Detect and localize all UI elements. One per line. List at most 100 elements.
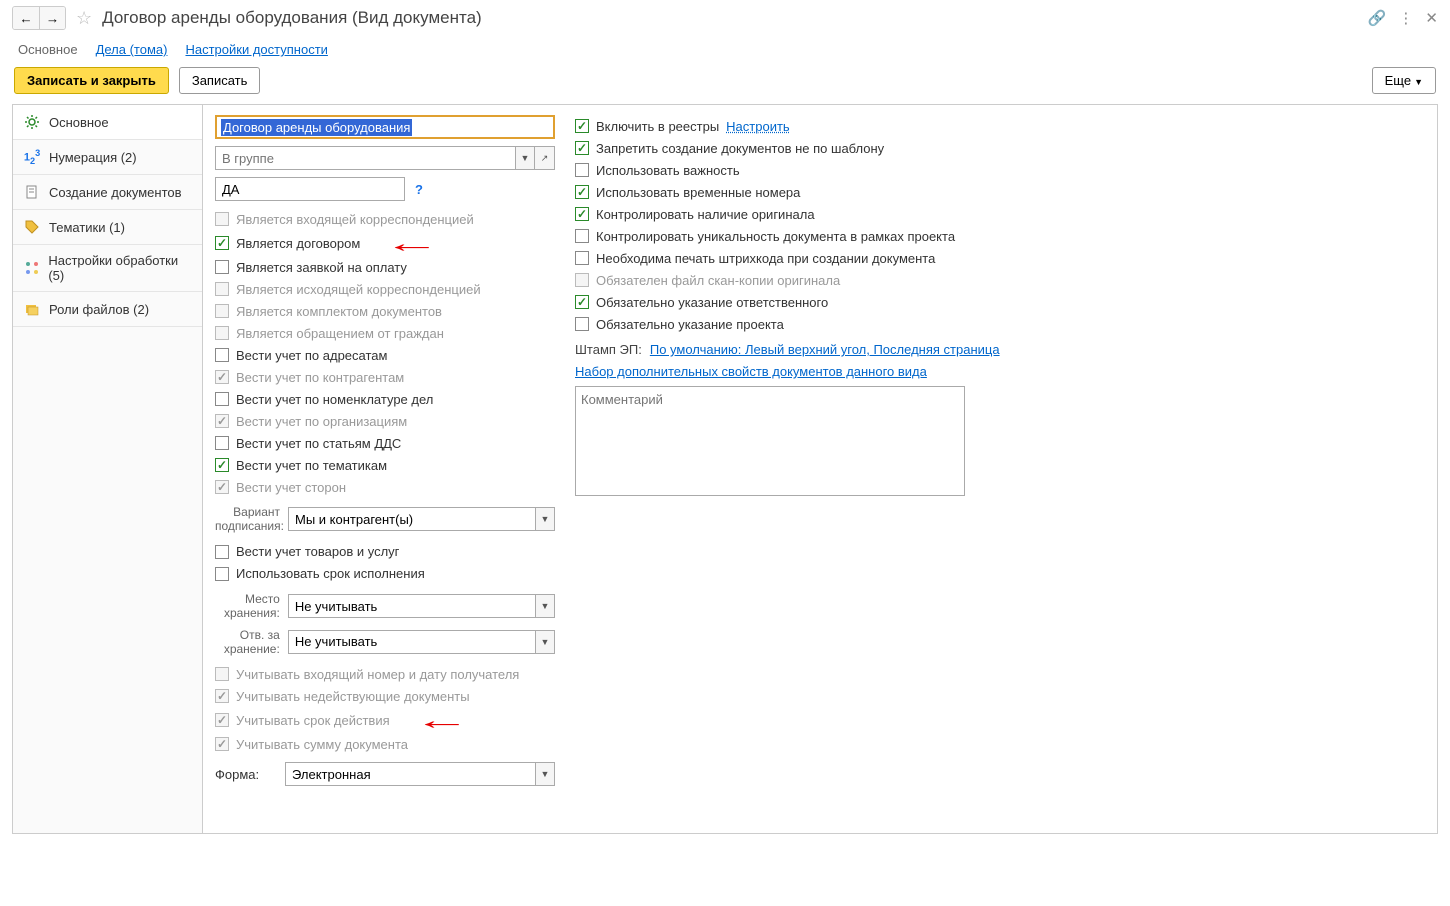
name-input[interactable]: Договор аренды оборудования <box>215 115 555 139</box>
checkbox[interactable] <box>215 348 229 362</box>
back-button[interactable]: ← <box>13 7 39 29</box>
kebab-menu-icon[interactable]: ⋮ <box>1398 9 1413 27</box>
open-icon[interactable]: ↗ <box>535 146 555 170</box>
checkbox <box>215 480 229 494</box>
check-label: Вести учет сторон <box>236 480 346 495</box>
check-label: Вести учет по адресатам <box>236 348 387 363</box>
checkbox[interactable] <box>215 458 229 472</box>
sign-input[interactable] <box>288 507 535 531</box>
checkbox[interactable] <box>575 295 589 309</box>
check-label: Контролировать уникальность документа в … <box>596 229 955 244</box>
check-label: Является заявкой на оплату <box>236 260 407 275</box>
check-label: Учитывать срок действия <box>236 713 390 728</box>
tabs-row: Основное Дела (тома) Настройки доступнос… <box>0 36 1450 67</box>
checkbox[interactable] <box>575 163 589 177</box>
favorite-star-icon[interactable]: ☆ <box>76 8 92 29</box>
code-field-row: ? <box>215 177 425 201</box>
form-combo[interactable]: ▼ <box>285 762 555 786</box>
comment-textarea[interactable] <box>575 386 965 496</box>
sign-combo[interactable]: ▼ <box>288 507 555 531</box>
check-row: Вести учет по адресатам <box>215 344 555 366</box>
checkbox <box>215 282 229 296</box>
main-panel: Основное123Нумерация (2)Создание докумен… <box>12 104 1438 834</box>
sidebar-item-2[interactable]: Создание документов <box>13 175 202 210</box>
check-label: Является входящей корреспонденцией <box>236 212 474 227</box>
checkbox <box>215 304 229 318</box>
check-row: Является заявкой на оплату <box>215 256 555 278</box>
check-label: Контролировать наличие оригинала <box>596 207 815 222</box>
checkbox[interactable] <box>215 392 229 406</box>
checkbox[interactable] <box>215 236 229 250</box>
checkbox <box>215 326 229 340</box>
resp-combo[interactable]: ▼ <box>288 630 555 654</box>
sidebar-item-0[interactable]: Основное <box>13 105 202 140</box>
checkbox <box>215 414 229 428</box>
checkbox[interactable] <box>215 545 229 559</box>
form-input[interactable] <box>285 762 535 786</box>
dropdown-icon[interactable]: ▼ <box>535 594 555 618</box>
check-row: Учитывать недействующие документы <box>215 685 555 707</box>
arrow-annotation: ← <box>413 707 470 733</box>
checkbox[interactable] <box>215 260 229 274</box>
resp-input[interactable] <box>288 630 535 654</box>
checkbox[interactable] <box>575 207 589 221</box>
group-input[interactable] <box>215 146 515 170</box>
roles-icon <box>23 300 41 318</box>
check-row: Вести учет по организациям <box>215 410 555 432</box>
check-label: Вести учет по номенклатуре дел <box>236 392 433 407</box>
checkbox <box>215 737 229 751</box>
check-row: Обязательно указание проекта <box>575 313 1175 335</box>
dropdown-icon[interactable]: ▼ <box>515 146 535 170</box>
save-button[interactable]: Записать <box>179 67 261 94</box>
more-button[interactable]: Еще▼ <box>1372 67 1436 94</box>
dropdown-icon[interactable]: ▼ <box>535 762 555 786</box>
sidebar-item-5[interactable]: Роли файлов (2) <box>13 292 202 327</box>
checkbox[interactable] <box>575 251 589 265</box>
left-column: Договор аренды оборудования ▼ ↗ ? Являет… <box>215 115 555 823</box>
check-label: Учитывать недействующие документы <box>236 689 470 704</box>
code-input[interactable] <box>215 177 405 201</box>
check-row: Контролировать наличие оригинала <box>575 203 1175 225</box>
props-link[interactable]: Набор дополнительных свойств документов … <box>575 364 1175 379</box>
checkbox[interactable] <box>575 317 589 331</box>
sidebar-item-3[interactable]: Тематики (1) <box>13 210 202 245</box>
checkbox[interactable] <box>215 436 229 450</box>
checkbox[interactable] <box>575 141 589 155</box>
tag-icon <box>23 218 41 236</box>
checkbox <box>215 689 229 703</box>
storage-combo[interactable]: ▼ <box>288 594 555 618</box>
storage-input[interactable] <box>288 594 535 618</box>
forward-button[interactable]: → <box>39 7 65 29</box>
flow-icon <box>23 259 40 277</box>
checkbox[interactable] <box>575 185 589 199</box>
save-close-button[interactable]: Записать и закрыть <box>14 67 169 94</box>
help-icon[interactable]: ? <box>411 182 427 197</box>
tab-cases[interactable]: Дела (тома) <box>96 42 168 57</box>
name-field-row: Договор аренды оборудования <box>215 115 555 139</box>
stamp-link[interactable]: По умолчанию: Левый верхний угол, Послед… <box>650 342 1000 357</box>
check-label: Обязателен файл скан-копии оригинала <box>596 273 840 288</box>
check-label: Включить в реестры <box>596 119 719 134</box>
group-combo[interactable]: ▼ ↗ <box>215 146 555 170</box>
sidebar-item-1[interactable]: 123Нумерация (2) <box>13 140 202 175</box>
dropdown-icon[interactable]: ▼ <box>535 507 555 531</box>
link-icon[interactable]: 🔗 <box>1368 9 1387 27</box>
check-label: Использовать срок исполнения <box>236 566 425 581</box>
dropdown-icon[interactable]: ▼ <box>535 630 555 654</box>
check-row: Учитывать срок действия ← <box>215 707 555 733</box>
check-row: Обязательно указание ответственного <box>575 291 1175 313</box>
check-row: Использовать важность <box>575 159 1175 181</box>
check-row: Является обращением от граждан <box>215 322 555 344</box>
check-row: Использовать временные номера <box>575 181 1175 203</box>
check-label: Вести учет по тематикам <box>236 458 387 473</box>
tab-access[interactable]: Настройки доступности <box>185 42 327 57</box>
check-row: Является комплектом документов <box>215 300 555 322</box>
close-icon[interactable]: ✕ <box>1425 9 1438 27</box>
sidebar-item-4[interactable]: Настройки обработки (5) <box>13 245 202 292</box>
checkbox[interactable] <box>575 119 589 133</box>
tab-main[interactable]: Основное <box>18 42 78 57</box>
checkbox[interactable] <box>215 567 229 581</box>
check-label: Является исходящей корреспонденцией <box>236 282 481 297</box>
checkbox[interactable] <box>575 229 589 243</box>
configure-link[interactable]: Настроить <box>726 119 790 134</box>
